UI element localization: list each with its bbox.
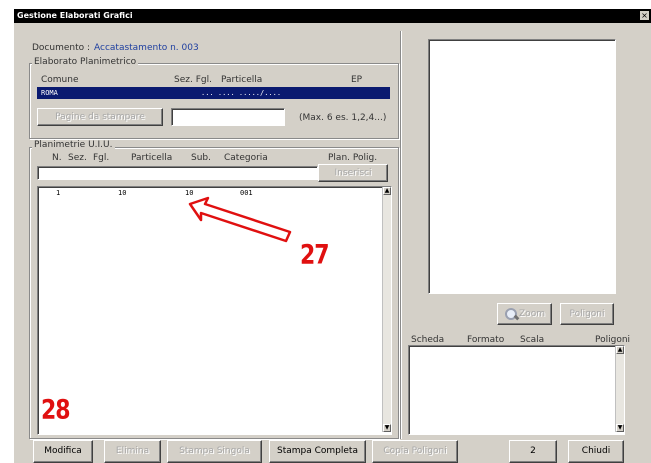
- annotation-layer: [188, 196, 292, 243]
- annotation-label-27: 27: [300, 240, 330, 271]
- annotation-label-28: 28: [41, 395, 71, 426]
- annotation-arrow-icon: [188, 196, 292, 243]
